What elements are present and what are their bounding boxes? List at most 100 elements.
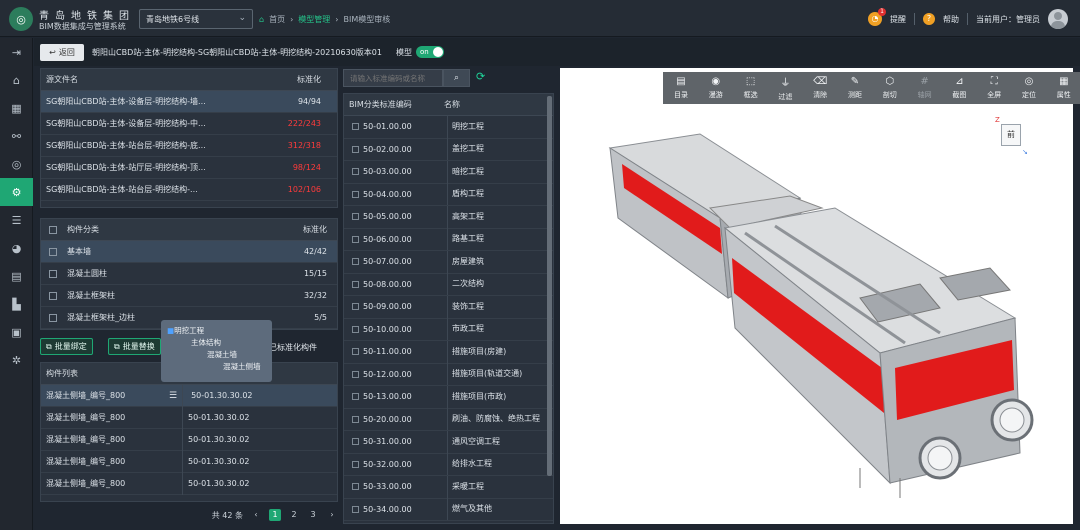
expand-plus-icon[interactable] [352, 460, 359, 468]
gear-icon[interactable]: ✲ [0, 346, 33, 374]
table-row[interactable]: SG朝阳山CBD站-主体-站台层-明挖结构-... 102/106 [41, 179, 337, 201]
line-select[interactable]: 青岛地铁6号线 ⌄ [139, 9, 253, 29]
expand-plus-icon[interactable] [352, 190, 359, 198]
bar-chart-icon[interactable]: ▙ [0, 290, 33, 318]
row-checkbox[interactable] [49, 313, 57, 322]
list-item[interactable]: 50-05.00.00 高架工程 [344, 205, 553, 229]
table-row[interactable]: 混凝土圆柱 15/15 [41, 263, 337, 285]
expand-plus-icon[interactable] [352, 438, 359, 446]
list-item[interactable]: 50-09.00.00 装饰工程 [344, 295, 553, 319]
list-item[interactable]: 50-08.00.00 二次结构 [344, 273, 553, 296]
bim-code: 50-12.00.00 [363, 369, 412, 379]
list-item[interactable]: 50-33.00.00 采暖工程 [344, 475, 553, 499]
menu-icon[interactable]: ☰ [169, 391, 177, 401]
gallery-icon[interactable]: ▣ [0, 318, 33, 346]
list-item[interactable]: 50-32.00.00 给排水工程 [344, 453, 553, 476]
table-row[interactable]: SG朝阳山CBD站-主体-设备层-明挖结构-墙... 94/94 [41, 91, 337, 113]
list-item[interactable]: 50-01.00.00 明挖工程 [344, 115, 553, 139]
expand-plus-icon[interactable] [352, 348, 359, 356]
model-viewer[interactable]: ▤ 目录 ◉ 漫游 ⬚ 框选 ⏚ 过滤 ⌫ 清除 ✎ 测距 ⬡ 剖切 # 轴网 ⊿ 截图 ⛶ 全屏 ◎ 定位 ▦ 属性 前 Z… [560, 68, 1080, 524]
avatar[interactable] [1048, 9, 1068, 29]
expand-plus-icon[interactable] [352, 325, 359, 333]
expand-plus-icon[interactable] [352, 505, 359, 513]
row-checkbox[interactable] [49, 291, 57, 300]
list-item[interactable]: 50-11.00.00 措施项目(房建) [344, 340, 553, 364]
table-row[interactable]: 混凝土侧墙_编号_800 50-01.30.30.02 [41, 406, 337, 429]
table-row[interactable]: SG朝阳山CBD站-主体-设备层-明挖结构-中... 222/243 [41, 113, 337, 135]
list-item[interactable]: 50-34.00.00 燃气及其他 [344, 498, 553, 521]
expand-plus-icon[interactable] [352, 235, 359, 243]
prev-page-button[interactable]: ‹ [250, 509, 262, 521]
list-item[interactable]: 50-06.00.00 路基工程 [344, 228, 553, 251]
menu-toggle-icon[interactable]: ⇥ [0, 38, 33, 66]
row-checkbox[interactable] [49, 247, 57, 256]
bim-name: 刷油、防腐蚀、绝热工程 [447, 408, 547, 431]
bim-standard-panel: BIM分类标准编码 名称 50-01.00.00 明挖工程 50-02.00.00 盖… [343, 93, 554, 524]
help-link[interactable]: 帮助 [943, 14, 959, 25]
table-row[interactable]: SG朝阳山CBD站-主体-站台层-明挖结构-底... 312/318 [41, 135, 337, 157]
dashboard-icon[interactable]: ▦ [0, 94, 33, 122]
refresh-icon[interactable]: ⟳ [476, 70, 485, 83]
document-icon[interactable]: ▤ [0, 262, 33, 290]
home-icon[interactable]: ⌂ [0, 66, 33, 94]
table-row[interactable]: 混凝土侧墙_编号_800 50-01.30.30.02 [41, 472, 337, 495]
notify-badge: 1 [878, 8, 886, 16]
table-row[interactable]: SG朝阳山CBD站-主体-站厅层-明挖结构-顶... 98/124 [41, 157, 337, 179]
pagination: 共 42 条 ‹ 1 2 3 › [40, 506, 338, 524]
expand-plus-icon[interactable] [352, 145, 359, 153]
list-item[interactable]: 50-04.00.00 盾构工程 [344, 183, 553, 206]
expand-plus-icon[interactable] [352, 415, 359, 423]
expand-plus-icon[interactable] [352, 280, 359, 288]
expand-plus-icon[interactable] [352, 303, 359, 311]
list-item[interactable]: 50-20.00.00 刷油、防腐蚀、绝热工程 [344, 408, 553, 431]
row-checkbox[interactable] [49, 269, 57, 278]
table-row[interactable]: 混凝土框架柱 32/32 [41, 285, 337, 307]
list-item[interactable]: 50-10.00.00 市政工程 [344, 318, 553, 341]
expand-plus-icon[interactable] [352, 393, 359, 401]
list-item[interactable]: 50-03.00.00 暗挖工程 [344, 160, 553, 184]
model-toggle[interactable]: on [416, 46, 444, 58]
monitor-icon[interactable]: ◎ [0, 150, 33, 178]
breadcrumb-current: BIM模型审核 [343, 15, 391, 24]
list-item[interactable]: 50-07.00.00 房屋建筑 [344, 250, 553, 274]
list-item[interactable]: 50-02.00.00 盖挖工程 [344, 138, 553, 161]
help-icon[interactable]: ? [923, 13, 935, 25]
bim-scrollbar[interactable] [547, 96, 552, 476]
pie-chart-icon[interactable]: ◕ [0, 234, 33, 262]
bim-code: 50-08.00.00 [363, 279, 412, 289]
expand-plus-icon[interactable] [352, 258, 359, 266]
breadcrumb-model-management[interactable]: 模型管理 [298, 14, 330, 25]
bim-name: 盾构工程 [447, 183, 547, 206]
select-all-checkbox[interactable] [49, 225, 57, 234]
table-row[interactable]: 混凝土侧墙_编号_800 50-01.30.30.02 [41, 428, 337, 451]
standardized-filter-label[interactable]: 已标准化构件 [269, 342, 317, 353]
page-2[interactable]: 2 [288, 509, 300, 521]
code-search-input[interactable] [343, 69, 443, 87]
bulk-replace-button[interactable]: ⧉ 批量替换 [108, 338, 161, 355]
member-name: 混凝土侧墙_编号_800 [41, 428, 183, 451]
page-3[interactable]: 3 [307, 509, 319, 521]
table-row[interactable]: 混凝土侧墙_编号_800 50-01.30.30.02 [41, 450, 337, 473]
notify-link[interactable]: 提醒 [890, 14, 906, 25]
page-1[interactable]: 1 [269, 509, 281, 521]
table-row[interactable]: 基本墙 42/42 [41, 241, 337, 263]
search-button[interactable]: ⌕ [443, 69, 470, 87]
member-code: 50-01.30.30.02 [188, 479, 250, 488]
bulk-bind-button[interactable]: ⧉ 批量绑定 [40, 338, 93, 355]
list-item[interactable]: 50-12.00.00 措施项目(轨道交通) [344, 363, 553, 386]
settings-icon[interactable]: ⚙ [0, 178, 33, 206]
expand-plus-icon[interactable] [352, 168, 359, 176]
breadcrumb-home[interactable]: 首页 [269, 14, 285, 25]
expand-plus-icon[interactable] [352, 213, 359, 221]
flow-icon[interactable]: ⚯ [0, 122, 33, 150]
back-button[interactable]: ↩ 返回 [40, 44, 84, 61]
next-page-button[interactable]: › [326, 509, 338, 521]
expand-plus-icon[interactable] [352, 370, 359, 378]
bell-icon[interactable]: ◔ 1 [868, 8, 886, 26]
table-row[interactable]: 混凝土侧墙_编号_800 ☰ 50-01.30.30.02 [41, 384, 337, 407]
expand-plus-icon[interactable] [352, 123, 359, 131]
list-item[interactable]: 50-31.00.00 通风空调工程 [344, 430, 553, 454]
sliders-icon[interactable]: ☰ [0, 206, 33, 234]
expand-plus-icon[interactable] [352, 483, 359, 491]
list-item[interactable]: 50-13.00.00 措施项目(市政) [344, 385, 553, 409]
